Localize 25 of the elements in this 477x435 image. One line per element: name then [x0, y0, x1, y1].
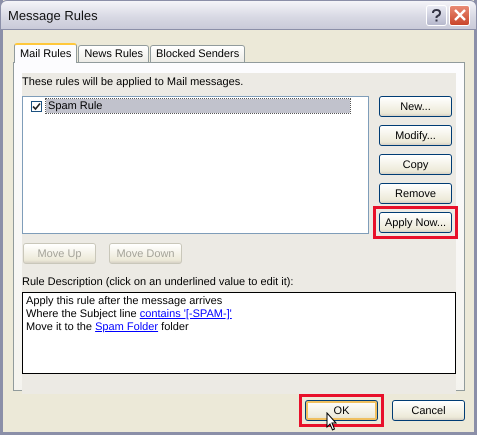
rule-button[interactable]: Modify...	[379, 125, 452, 146]
window-title: Message Rules	[8, 8, 98, 22]
close-icon	[454, 9, 466, 21]
checkbox[interactable]	[31, 100, 42, 112]
tab[interactable]: Blocked Senders	[150, 45, 246, 62]
description-line: Move it to the Spam Folder folder	[26, 321, 190, 334]
rule-button[interactable]: New...	[379, 96, 452, 117]
close-button[interactable]	[449, 4, 470, 26]
description-line: Apply this rule after the message arrives	[26, 295, 224, 308]
dialog-button[interactable]: Cancel	[392, 400, 465, 421]
rules-list[interactable]: Spam Rule	[22, 96, 369, 234]
intro-text: These rules will be applied to Mail messages.	[22, 76, 244, 90]
rule-button[interactable]: Remove	[379, 183, 452, 204]
rule-button[interactable]: Copy	[379, 154, 452, 175]
dialog-button[interactable]: OK	[305, 400, 378, 421]
help-button[interactable]	[426, 4, 447, 26]
description-label: Rule Description (click on an underlined value to edit it):	[22, 276, 294, 290]
tab[interactable]: Mail Rules	[14, 43, 78, 63]
link[interactable]: contains '[-SPAM-]'	[140, 308, 232, 320]
rule-item[interactable]: Spam Rule	[46, 99, 350, 113]
tab[interactable]: News Rules	[78, 45, 150, 62]
link[interactable]: Spam Folder	[95, 321, 158, 333]
description-line: Where the Subject line contains '[-SPAM-]'	[26, 308, 233, 321]
help-icon	[431, 8, 442, 22]
rule-button[interactable]: Apply Now...	[379, 212, 452, 233]
